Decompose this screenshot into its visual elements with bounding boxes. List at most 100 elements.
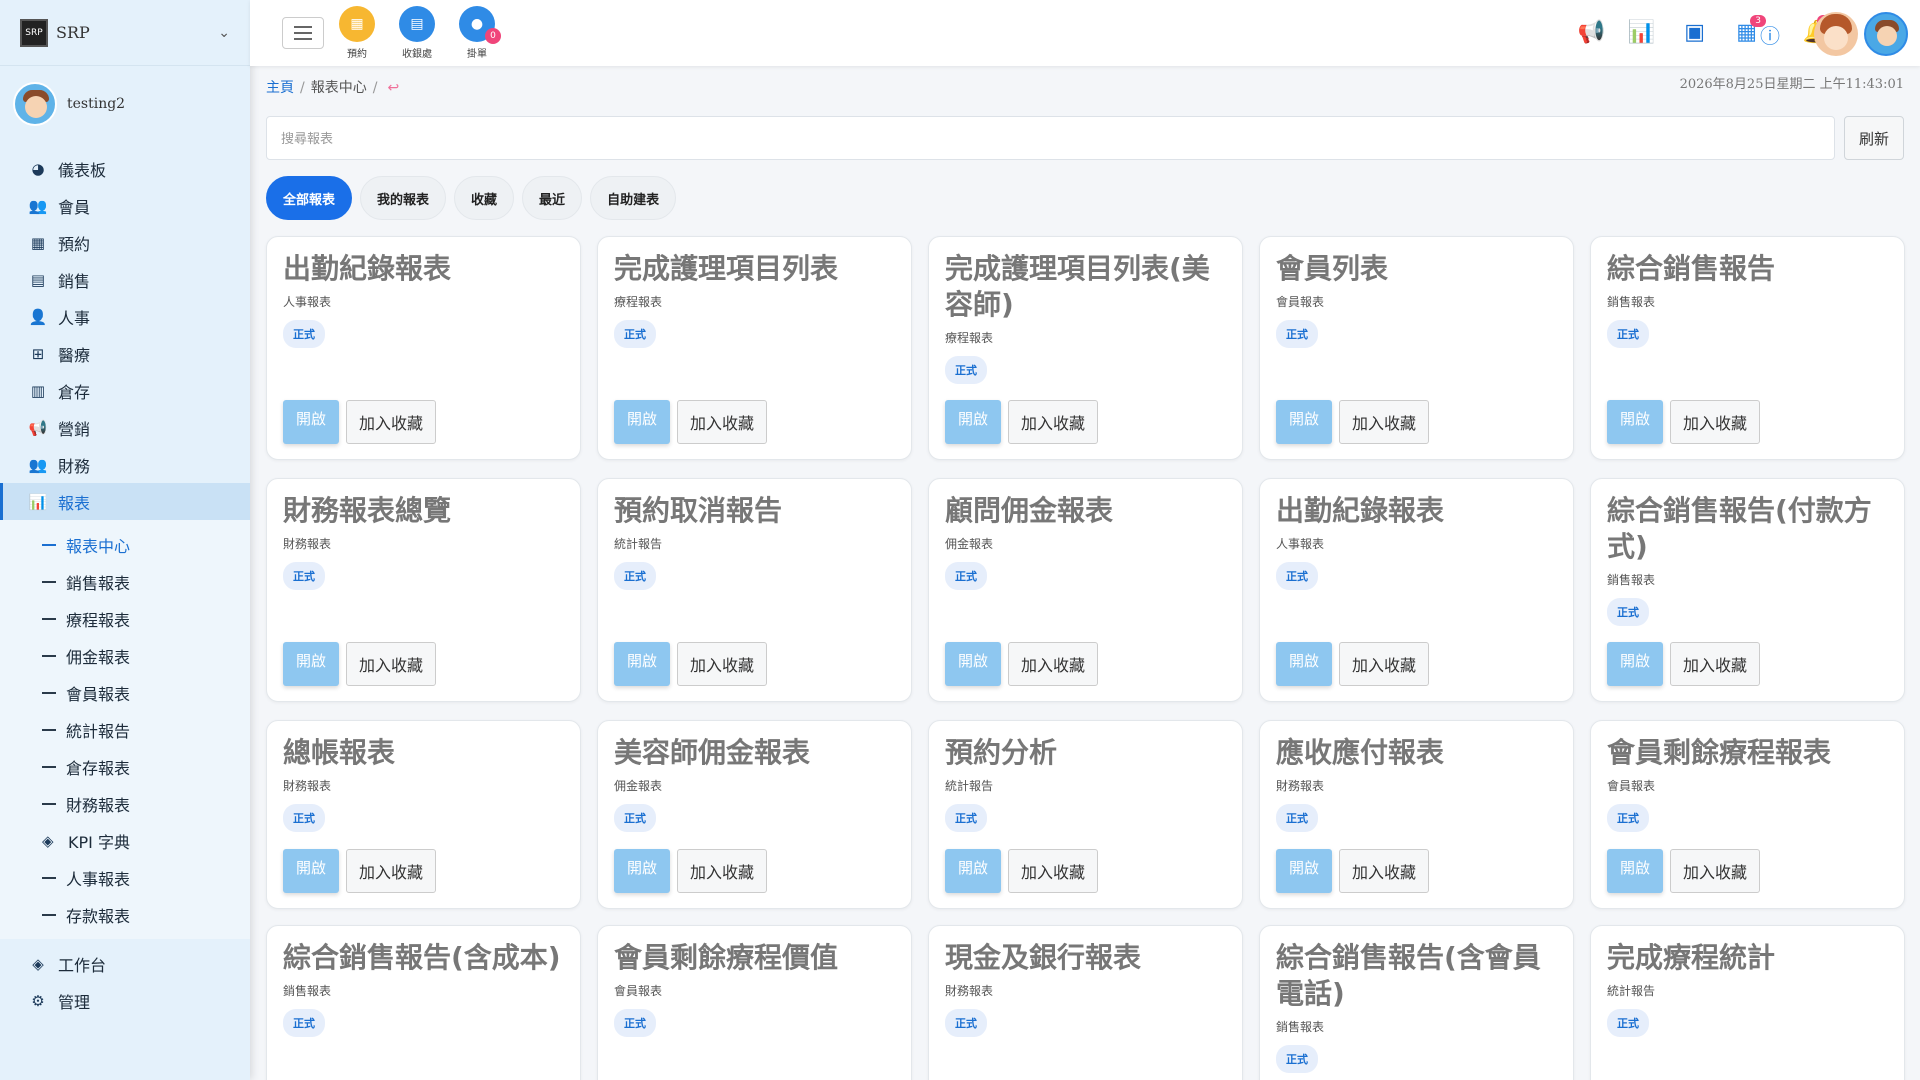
sidebar-item-inventory[interactable]: ▥ 倉存 bbox=[0, 372, 250, 409]
quick-action-label: 收銀處 bbox=[402, 49, 432, 60]
megaphone-icon[interactable]: 📢 bbox=[1578, 20, 1605, 45]
datetime: 2026年8月25日星期二 上午11:43:01 bbox=[1679, 77, 1904, 92]
submenu-item[interactable]: 統計報告 bbox=[0, 711, 250, 748]
sidebar-item-admin[interactable]: ⚙ 管理 bbox=[0, 982, 250, 1019]
open-button[interactable]: 開啟 bbox=[945, 642, 1001, 686]
open-button[interactable]: 開啟 bbox=[1276, 849, 1332, 893]
submenu-label: 會員報表 bbox=[66, 684, 131, 704]
calendar-icon[interactable]: ▦ 3 bbox=[1736, 15, 1766, 45]
admin-icon: ⚙ bbox=[31, 991, 45, 1010]
open-button[interactable]: 開啟 bbox=[1607, 400, 1663, 444]
chart-icon[interactable]: 📊 bbox=[1628, 20, 1655, 45]
submenu-item[interactable]: 會員報表 bbox=[0, 674, 250, 711]
sidebar-item-label: 銷售 bbox=[58, 271, 91, 291]
search-input[interactable] bbox=[266, 116, 1835, 160]
open-button[interactable]: 開啟 bbox=[1607, 849, 1663, 893]
add-favorite-button[interactable]: 加入收藏 bbox=[677, 400, 767, 444]
submenu-item[interactable]: 財務報表 bbox=[0, 785, 250, 822]
sidebar-item-medical[interactable]: ⊞ 醫療 bbox=[0, 335, 250, 372]
info-icon[interactable]: ⓘ bbox=[1760, 20, 1780, 49]
open-button[interactable]: 開啟 bbox=[1607, 642, 1663, 686]
submenu-item[interactable]: ◈ KPI 字典 bbox=[0, 822, 250, 859]
quick-action-1[interactable]: ▤ 收銀處 bbox=[392, 6, 442, 60]
add-favorite-button[interactable]: 加入收藏 bbox=[677, 642, 767, 686]
open-button[interactable]: 開啟 bbox=[283, 642, 339, 686]
add-favorite-button[interactable]: 加入收藏 bbox=[346, 849, 436, 893]
brand-bar[interactable]: SRP SRP ⌄ bbox=[0, 0, 250, 66]
add-favorite-button[interactable]: 加入收藏 bbox=[1008, 400, 1098, 444]
sidebar-item-workbench[interactable]: ◈ 工作台 bbox=[0, 945, 250, 982]
sidebar-item-booking[interactable]: ▦ 預約 bbox=[0, 224, 250, 261]
open-button[interactable]: 開啟 bbox=[614, 849, 670, 893]
open-button[interactable]: 開啟 bbox=[945, 400, 1001, 444]
add-favorite-button[interactable]: 加入收藏 bbox=[1670, 849, 1760, 893]
report-category: 人事報表 bbox=[283, 295, 332, 309]
submenu-item[interactable]: 療程報表 bbox=[0, 600, 250, 637]
sidebar-item-members[interactable]: 👥 會員 bbox=[0, 187, 250, 224]
quick-action-label: 預約 bbox=[347, 49, 367, 60]
submenu-item[interactable]: 銷售報表 bbox=[0, 563, 250, 600]
open-button[interactable]: 開啟 bbox=[1276, 400, 1332, 444]
sales-icon: ▤ bbox=[30, 270, 46, 289]
submenu-item[interactable]: 存款報表 bbox=[0, 896, 250, 933]
report-title: 總帳報表 bbox=[283, 736, 396, 769]
report-card: 美容師佣金報表 佣金報表 正式 開啟 加入收藏 bbox=[597, 720, 912, 909]
layers-icon: ◈ bbox=[42, 831, 54, 850]
refresh-button[interactable]: 刷新 bbox=[1844, 116, 1904, 160]
report-category: 統計報告 bbox=[614, 537, 663, 551]
report-category: 療程報表 bbox=[614, 295, 663, 309]
sidebar-item-label: 醫療 bbox=[58, 345, 91, 365]
back-arrow-icon[interactable]: ↩ bbox=[387, 80, 399, 96]
quick-action-0[interactable]: ▦ 預約 bbox=[332, 6, 382, 60]
breadcrumb-home[interactable]: 主頁 bbox=[266, 80, 294, 96]
submenu-item[interactable]: 人事報表 bbox=[0, 859, 250, 896]
qr-code-icon[interactable]: ▣ bbox=[1684, 20, 1705, 45]
add-favorite-button[interactable]: 加入收藏 bbox=[346, 642, 436, 686]
sidebar-item-sales[interactable]: ▤ 銷售 bbox=[0, 261, 250, 298]
sidebar-item-finance[interactable]: 👥 財務 bbox=[0, 446, 250, 483]
add-favorite-button[interactable]: 加入收藏 bbox=[1008, 849, 1098, 893]
chevron-down-icon[interactable]: ⌄ bbox=[218, 25, 230, 41]
user-profile[interactable]: testing2 bbox=[0, 66, 250, 142]
report-title: 完成療程統計 bbox=[1607, 941, 1776, 974]
open-button[interactable]: 開啟 bbox=[1276, 642, 1332, 686]
sidebar-item-hr[interactable]: 👤 人事 bbox=[0, 298, 250, 335]
reports-submenu: 報表中心 銷售報表 療程報表 佣金報表會員報表統計報告 倉存報表 財務報表 ◈ KPI 字典人… bbox=[0, 520, 250, 939]
add-favorite-button[interactable]: 加入收藏 bbox=[346, 400, 436, 444]
sidebar-item-marketing[interactable]: 📢 營銷 bbox=[0, 409, 250, 446]
open-button[interactable]: 開啟 bbox=[945, 849, 1001, 893]
menu-toggle-button[interactable] bbox=[282, 17, 324, 49]
mascot-avatar[interactable] bbox=[1814, 12, 1858, 56]
tab-0[interactable]: 全部報表 bbox=[266, 176, 353, 220]
card-actions: 開啟 加入收藏 bbox=[614, 642, 767, 686]
add-favorite-button[interactable]: 加入收藏 bbox=[1339, 849, 1429, 893]
open-button[interactable]: 開啟 bbox=[283, 400, 339, 444]
submenu-item[interactable]: 報表中心 bbox=[0, 526, 250, 563]
open-button[interactable]: 開啟 bbox=[283, 849, 339, 893]
add-favorite-button[interactable]: 加入收藏 bbox=[1670, 642, 1760, 686]
sidebar-item-dashboard[interactable]: ◕ 儀表板 bbox=[0, 150, 250, 187]
open-button[interactable]: 開啟 bbox=[614, 642, 670, 686]
add-favorite-button[interactable]: 加入收藏 bbox=[1339, 642, 1429, 686]
add-favorite-button[interactable]: 加入收藏 bbox=[1008, 642, 1098, 686]
report-card: 出勤紀錄報表 人事報表 正式 開啟 加入收藏 bbox=[1259, 478, 1574, 702]
add-favorite-button[interactable]: 加入收藏 bbox=[677, 849, 767, 893]
report-category: 財務報表 bbox=[1276, 779, 1325, 793]
card-actions: 開啟 加入收藏 bbox=[1276, 849, 1429, 893]
sidebar-item-reports[interactable]: 📊 報表 bbox=[0, 483, 250, 520]
submenu-item[interactable]: 倉存報表 bbox=[0, 748, 250, 785]
status-badge: 正式 bbox=[1276, 320, 1318, 348]
tab-2[interactable]: 收藏 bbox=[454, 176, 515, 220]
add-favorite-button[interactable]: 加入收藏 bbox=[1339, 400, 1429, 444]
sidebar-nav: ◕ 儀表板 👥 會員 ▦ 預約 ▤ 銷售 👤 人事 ⊞ 醫療 ▥ 倉存 📢 營銷 👥 財務 📊 報表 報表中心 銷售報表療… bbox=[0, 150, 250, 1019]
members-icon: 👥 bbox=[28, 196, 48, 215]
tab-4[interactable]: 自助建表 bbox=[590, 176, 677, 220]
user-avatar[interactable] bbox=[1864, 12, 1908, 56]
tab-3[interactable]: 最近 bbox=[522, 176, 583, 220]
add-favorite-button[interactable]: 加入收藏 bbox=[1670, 400, 1760, 444]
tab-1[interactable]: 我的報表 bbox=[360, 176, 447, 220]
submenu-item[interactable]: 佣金報表 bbox=[0, 637, 250, 674]
open-button[interactable]: 開啟 bbox=[614, 400, 670, 444]
dash-icon bbox=[42, 728, 56, 731]
quick-action-2[interactable]: ● 0 掛單 bbox=[452, 6, 502, 60]
